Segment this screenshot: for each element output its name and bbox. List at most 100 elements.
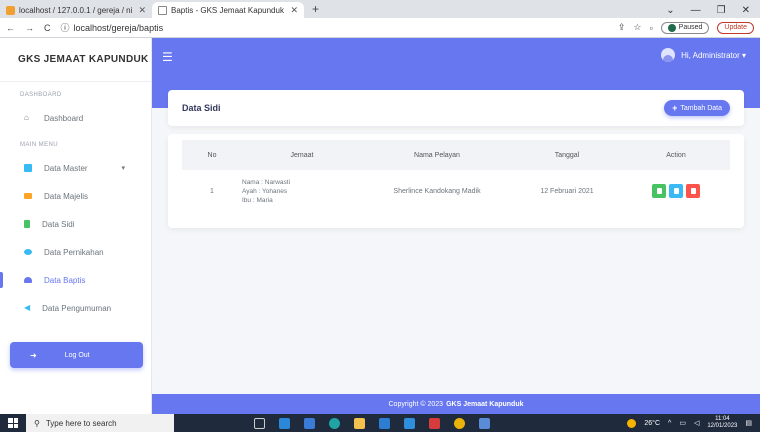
clock[interactable]: 11:04 12/01/2023 <box>707 416 737 430</box>
hamburger-menu-icon[interactable]: ☰ <box>162 50 173 64</box>
network-icon[interactable]: ▭ <box>679 419 686 427</box>
chrome-icon[interactable] <box>454 417 465 429</box>
paused-label: Paused <box>678 23 703 31</box>
clock-date: 12/01/2023 <box>707 423 738 429</box>
jemaat-nama: Nama : Narwasti <box>242 178 291 186</box>
new-tab-button[interactable]: + <box>304 2 327 18</box>
bookmark-star-icon[interactable]: ☆ <box>633 22 641 33</box>
update-button[interactable]: Update <box>717 21 754 34</box>
sidebar-item-dashboard[interactable]: ⌂ Dashboard <box>0 104 151 132</box>
section-main-menu: MAIN MENU <box>20 142 58 148</box>
search-placeholder: Type here to search <box>45 418 117 428</box>
user-menu[interactable]: Hi, Administrator ▾ <box>661 48 746 62</box>
address-bar: ← → C ⓘ localhost/gereja/baptis ⇪ ☆ ▫ Pa… <box>0 18 760 38</box>
phpmyadmin-icon <box>6 5 15 15</box>
close-window-icon[interactable]: ✕ <box>742 5 750 16</box>
sidebar-item-label: Data Baptis <box>44 275 86 285</box>
data-table: No Jemaat Nama Pelayan Tanggal Action 1 … <box>182 140 730 212</box>
edit-icon <box>673 188 679 194</box>
table-header-row: No Jemaat Nama Pelayan Tanggal Action <box>182 140 730 170</box>
cell-pelayan: Sherlince Kandokang Madik <box>393 187 481 195</box>
photos-icon[interactable] <box>304 417 315 429</box>
sidebar-item-label: Data Pernikahan <box>44 247 104 257</box>
close-icon[interactable]: ✕ <box>290 5 298 16</box>
sidebar-item-label: Data Majelis <box>44 191 89 201</box>
windows-icon <box>8 418 18 428</box>
logout-button[interactable]: ➜ Log Out <box>10 342 143 368</box>
taskbar-search[interactable]: ⚲ Type here to search <box>26 414 174 432</box>
url-text: localhost/gereja/baptis <box>73 22 164 33</box>
sidebar-item-data-master[interactable]: Data Master ▾ <box>0 154 151 182</box>
vscode-icon[interactable] <box>404 417 415 429</box>
store-icon[interactable] <box>279 417 290 429</box>
ring-icon <box>24 249 32 255</box>
sidebar-item-label: Data Master <box>44 163 88 173</box>
file-explorer-icon[interactable] <box>354 417 365 429</box>
tray-chevron-icon[interactable]: ^ <box>668 420 671 427</box>
add-data-label: Tambah Data <box>680 104 722 112</box>
sidepanel-icon[interactable]: ▫ <box>649 23 652 33</box>
edit-button[interactable] <box>669 184 683 198</box>
sidebar: GKS JEMAAT KAPUNDUK DASHBOARD ⌂ Dashboar… <box>0 38 152 414</box>
sidebar-item-data-pengumuman[interactable]: ◀ Data Pengumuman <box>0 294 151 322</box>
clock-time: 11:04 <box>715 416 730 422</box>
delete-button[interactable] <box>686 184 700 198</box>
sign-out-icon: ➜ <box>30 350 37 360</box>
browser-tab-baptis[interactable]: Baptis - GKS Jemaat Kapunduk ✕ <box>152 2 304 18</box>
chevron-down-icon[interactable]: ⌄ <box>666 5 674 16</box>
volume-icon[interactable]: ◁ <box>694 419 699 427</box>
search-icon: ⚲ <box>34 418 40 428</box>
back-icon[interactable]: ← <box>6 23 15 33</box>
copyright-text: Copyright © 2023 <box>388 400 444 408</box>
sidebar-item-label: Data Pengumuman <box>42 303 112 313</box>
users-icon <box>24 277 32 283</box>
column-header-pelayan: Nama Pelayan <box>414 151 460 159</box>
sidebar-item-data-majelis[interactable]: Data Majelis <box>0 182 151 210</box>
terminal-icon[interactable] <box>479 417 490 429</box>
brand-title[interactable]: GKS JEMAAT KAPUNDUK <box>0 38 151 82</box>
minimize-icon[interactable]: — <box>691 5 701 16</box>
url-field[interactable]: ⓘ localhost/gereja/baptis <box>61 21 164 34</box>
data-table-card: No Jemaat Nama Pelayan Tanggal Action 1 … <box>168 134 744 228</box>
weather-temp[interactable]: 26°C <box>644 420 660 427</box>
info-icon: ⓘ <box>60 23 70 33</box>
page-title: Data Sidi <box>182 103 221 113</box>
cell-jemaat: Nama : Narwasti Ayah : Yohanes Ibu : Mar… <box>242 170 362 212</box>
sidebar-item-data-baptis[interactable]: Data Baptis <box>0 266 151 294</box>
fire-icon: ⌂ <box>24 113 29 122</box>
add-data-button[interactable]: + Tambah Data <box>664 100 730 116</box>
start-button[interactable] <box>0 414 26 432</box>
user-greeting: Hi, Administrator ▾ <box>681 50 746 60</box>
taskbar-apps <box>254 417 490 429</box>
browser-tabbar: localhost / 127.0.0.1 / gereja / ni ✕ Ba… <box>0 0 760 18</box>
edge-icon[interactable] <box>329 417 340 429</box>
section-dashboard: DASHBOARD <box>20 92 62 98</box>
plus-icon: + <box>672 103 678 113</box>
column-header-action: Action <box>666 151 686 159</box>
column-header-tanggal: Tanggal <box>554 151 580 159</box>
browser-tab-phpmyadmin[interactable]: localhost / 127.0.0.1 / gereja / ni ✕ <box>0 2 152 18</box>
weather-icon <box>627 418 637 428</box>
maximize-icon[interactable]: ❐ <box>717 5 726 16</box>
footer: Copyright © 2023 GKS Jemaat Kapunduk <box>152 394 760 414</box>
sidebar-item-data-pernikahan[interactable]: Data Pernikahan <box>0 238 151 266</box>
app-icon[interactable] <box>429 417 440 429</box>
logout-label: Log Out <box>64 351 90 359</box>
system-tray: 26°C ^ ▭ ◁ 11:04 12/01/2023 ▤ <box>627 416 760 430</box>
reload-icon[interactable]: C <box>44 23 51 33</box>
close-icon[interactable]: ✕ <box>138 5 146 16</box>
task-view-icon[interactable] <box>254 417 265 429</box>
cell-tanggal: 12 Februari 2021 <box>540 187 594 195</box>
view-button[interactable] <box>652 184 666 198</box>
profile-paused-button[interactable]: Paused <box>660 21 710 34</box>
avatar <box>661 48 676 62</box>
notification-icon[interactable]: ▤ <box>745 419 752 427</box>
page-icon <box>158 5 167 15</box>
column-header-jemaat: Jemaat <box>290 151 314 159</box>
mail-icon[interactable] <box>379 417 390 429</box>
cell-no: 1 <box>210 187 214 195</box>
sidebar-item-data-sidi[interactable]: Data Sidi <box>0 210 151 238</box>
forward-icon[interactable]: → <box>25 23 34 33</box>
share-icon[interactable]: ⇪ <box>618 22 626 33</box>
monitor-icon <box>24 164 32 172</box>
